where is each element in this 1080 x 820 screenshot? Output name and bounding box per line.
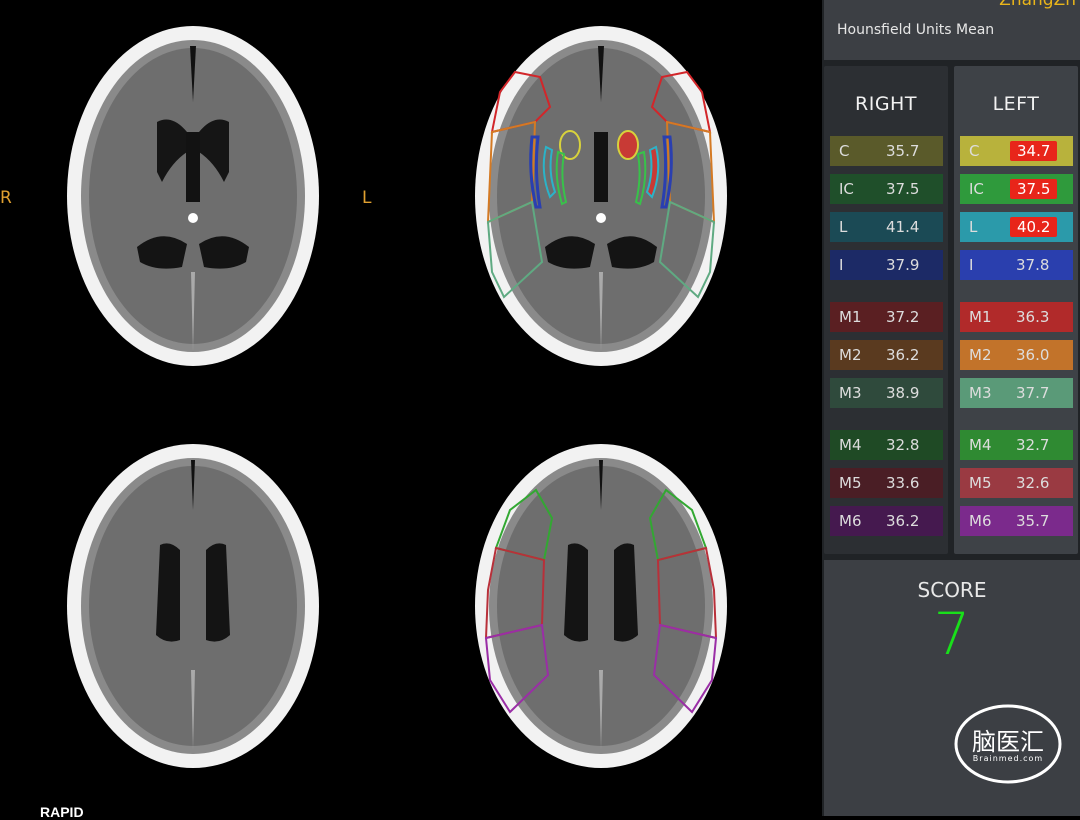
region-label: I bbox=[969, 256, 974, 274]
left-region-i: I 37.8 bbox=[960, 250, 1073, 280]
region-label: M3 bbox=[839, 384, 862, 402]
region-value: 35.7 bbox=[886, 142, 920, 160]
region-value: 37.2 bbox=[886, 308, 920, 326]
region-label: M6 bbox=[969, 512, 992, 530]
right-region-m3: M3 38.9 bbox=[830, 378, 943, 408]
region-value: 36.0 bbox=[1016, 346, 1050, 364]
left-region-l: L 40.2 bbox=[960, 212, 1073, 242]
region-value: 33.6 bbox=[886, 474, 920, 492]
region-label: M2 bbox=[839, 346, 862, 364]
region-value: 32.8 bbox=[886, 436, 920, 454]
left-region-m1: M1 36.3 bbox=[960, 302, 1073, 332]
region-label: M4 bbox=[839, 436, 862, 454]
aspects-panel: ZhangZh Hounsfield Units Mean RIGHT C 35.… bbox=[822, 0, 1080, 816]
right-region-m2: M2 36.2 bbox=[830, 340, 943, 370]
left-region-m2: M2 36.0 bbox=[960, 340, 1073, 370]
right-title: RIGHT bbox=[855, 93, 917, 115]
right-region-m6: M6 36.2 bbox=[830, 506, 943, 536]
region-label: M1 bbox=[839, 308, 862, 326]
user-name: ZhangZh bbox=[999, 0, 1076, 10]
region-value: 36.2 bbox=[886, 346, 920, 364]
right-region-c: C 35.7 bbox=[830, 136, 943, 166]
region-label: M4 bbox=[969, 436, 992, 454]
region-value: 32.6 bbox=[1016, 474, 1050, 492]
region-label: IC bbox=[839, 180, 854, 198]
region-value-flagged: 40.2 bbox=[1010, 217, 1058, 237]
region-value: 37.9 bbox=[886, 256, 920, 274]
right-region-m5: M5 33.6 bbox=[830, 468, 943, 498]
region-label: M5 bbox=[839, 474, 862, 492]
brand-label: RAPID bbox=[40, 804, 84, 820]
ct-slice-supraganglionic[interactable] bbox=[62, 440, 324, 772]
ct-viewer[interactable]: R L RAPID bbox=[0, 0, 822, 820]
region-label: M6 bbox=[839, 512, 862, 530]
orientation-left-label: L bbox=[362, 188, 372, 208]
region-value: 37.7 bbox=[1016, 384, 1050, 402]
left-region-m5: M5 32.6 bbox=[960, 468, 1073, 498]
region-value: 36.3 bbox=[1016, 308, 1050, 326]
right-hemisphere-table: RIGHT C 35.7 IC 37.5 L 41.4 I 37.9 M1 37.2 M2 36.2 M… bbox=[824, 66, 948, 554]
left-title: LEFT bbox=[992, 93, 1040, 115]
right-region-i: I 37.9 bbox=[830, 250, 943, 280]
region-value: 41.4 bbox=[886, 218, 920, 236]
region-value: 32.7 bbox=[1016, 436, 1050, 454]
logo-text: 脑医汇 bbox=[972, 728, 1044, 756]
region-value-flagged: 37.5 bbox=[1010, 179, 1058, 199]
region-label: C bbox=[969, 142, 980, 160]
region-value-flagged: 34.7 bbox=[1010, 141, 1058, 161]
region-value: 37.5 bbox=[886, 180, 920, 198]
right-region-m1: M1 37.2 bbox=[830, 302, 943, 332]
region-value: 38.9 bbox=[886, 384, 920, 402]
right-region-l: L 41.4 bbox=[830, 212, 943, 242]
logo-sub: Brainmed.com bbox=[972, 754, 1044, 763]
right-region-m4: M4 32.8 bbox=[830, 430, 943, 460]
region-label: L bbox=[839, 218, 848, 236]
left-region-m4: M4 32.7 bbox=[960, 430, 1073, 460]
region-label: M5 bbox=[969, 474, 992, 492]
region-label: M2 bbox=[969, 346, 992, 364]
left-hemisphere-table: LEFT C 34.7 IC 37.5 L 40.2 I 37.8 M1 36.3 M2 36.0 M3… bbox=[954, 66, 1078, 554]
brainmed-logo: 脑医汇 Brainmed.com bbox=[952, 702, 1064, 786]
score-value: 7 bbox=[933, 600, 971, 668]
ct-slice-basal-ganglia[interactable] bbox=[62, 22, 324, 370]
region-value: 37.8 bbox=[1016, 256, 1050, 274]
region-label: IC bbox=[969, 180, 984, 198]
region-label: L bbox=[969, 218, 978, 236]
ct-slice-supraganglionic-roi[interactable] bbox=[470, 440, 732, 772]
ct-slice-basal-ganglia-roi[interactable] bbox=[470, 22, 732, 370]
hu-title: Hounsfield Units Mean bbox=[837, 22, 995, 38]
score-box: SCORE 7 脑医汇 Brainmed.com bbox=[824, 560, 1080, 816]
score-label: SCORE bbox=[917, 578, 987, 602]
right-region-ic: IC 37.5 bbox=[830, 174, 943, 204]
left-region-m3: M3 37.7 bbox=[960, 378, 1073, 408]
region-value: 36.2 bbox=[886, 512, 920, 530]
region-label: C bbox=[839, 142, 850, 160]
region-label: M3 bbox=[969, 384, 992, 402]
region-label: I bbox=[839, 256, 844, 274]
region-label: M1 bbox=[969, 308, 992, 326]
left-region-c: C 34.7 bbox=[960, 136, 1073, 166]
left-region-m6: M6 35.7 bbox=[960, 506, 1073, 536]
region-value: 35.7 bbox=[1016, 512, 1050, 530]
hu-header: ZhangZh Hounsfield Units Mean bbox=[824, 0, 1080, 60]
left-region-ic: IC 37.5 bbox=[960, 174, 1073, 204]
orientation-right-label: R bbox=[0, 188, 12, 208]
